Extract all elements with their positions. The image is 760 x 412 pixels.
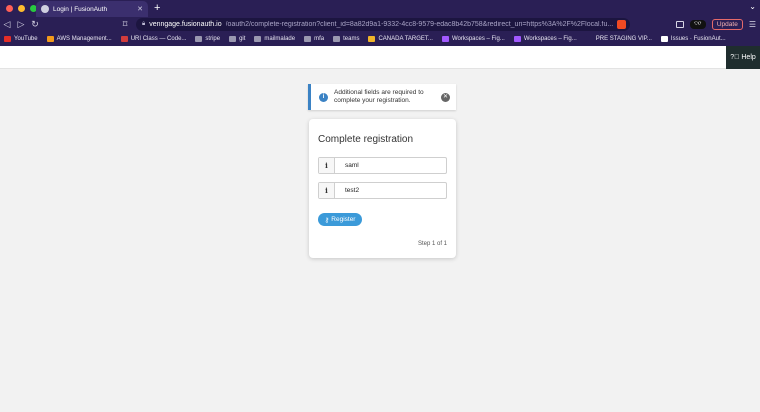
menu-icon[interactable]: ☰ [749,20,756,29]
reload-icon[interactable]: ↻ [28,19,42,30]
bookmark-label: URI Class — Code... [130,36,187,42]
key-icon: ⚷ [324,216,330,224]
bookmark-item[interactable]: Workspaces – Fig... [441,36,505,42]
bookmark-favicon-icon [333,36,341,42]
bookmark-item[interactable]: Issues · FusionAut... [660,36,726,42]
bookmark-item[interactable]: teams [333,36,359,42]
bookmark-favicon-icon [304,36,312,42]
forward-icon[interactable]: ▷ [14,19,28,30]
bookmark-favicon-icon [660,36,668,42]
page-title: Complete registration [318,134,414,145]
field-2-value[interactable]: test2 [335,187,359,194]
bookmark-favicon-icon [195,36,203,42]
step-indicator: Step 1 of 1 [417,241,447,247]
back-icon[interactable]: ◁ [0,19,14,30]
tab-close-icon[interactable]: ✕ [137,5,143,13]
bookmark-label: Workspaces – Fig... [523,36,577,42]
url-path: /oauth2/complete-registration?client_id=… [225,21,613,28]
bookmark-favicon-icon [585,36,593,42]
bookmark-label: stripe [205,36,221,42]
field-1-value[interactable]: saml [335,162,359,169]
bookmark-item[interactable]: URI Class — Code... [120,36,187,42]
alert-close-icon[interactable]: ✕ [441,92,450,102]
bookmark-label: PRE STAGING VIP... [595,36,652,42]
new-tab-icon[interactable]: + [154,2,160,14]
bookmark-label: teams [343,36,360,42]
tab-list-chevron-icon[interactable]: ⌄ [749,2,756,11]
bookmark-label: Workspaces – Fig... [451,36,505,42]
fusionauth-favicon-icon [41,5,49,13]
field-2[interactable]: i test2 [318,182,447,199]
help-label: Help [741,54,756,61]
sidebar-toggle-icon[interactable] [675,21,684,28]
bookmark-favicon-icon [4,36,11,42]
url-host: venngage.fusionauth.io [149,21,222,28]
bookmark-item[interactable]: CANADA TARGET... [368,36,433,42]
bookmark-label: CANADA TARGET... [378,36,433,42]
bookmark-item[interactable]: PRE STAGING VIP... [585,36,652,42]
bookmark-favicon-icon [229,36,237,42]
close-window-button[interactable] [6,5,13,12]
registration-card: Complete registration i saml i test2 ⚷ R… [309,119,456,258]
browser-tab[interactable]: Login | FusionAuth ✕ [36,1,148,17]
register-button[interactable]: ⚷ Register [318,213,362,226]
toolbar-right: 👓︎ Update ☰ [675,18,760,31]
info-icon: i [319,92,328,102]
help-button[interactable]: ?⃝ Help [726,46,760,69]
bookmarks-bar: YouTube AWS Management... URI Class — Code… [0,32,760,46]
alert-message: Additional fields are required to comple… [334,89,424,104]
bookmark-item[interactable]: mailmalade [254,36,295,42]
window-controls [6,5,37,12]
bookmark-label: mailmalade [264,36,296,42]
tab-title: Login | FusionAuth [53,5,108,13]
question-icon: ?⃝ [730,54,740,61]
browser-tab-bar: Login | FusionAuth ✕ + ⌄ [0,0,760,17]
info-i-icon: i [319,183,335,198]
bookmark-item[interactable]: mfa [304,36,324,42]
info-i-icon: i [319,158,335,173]
lock-icon: 🔒︎ [142,21,146,27]
bookmark-favicon-icon [513,36,521,42]
bookmark-favicon-icon [441,36,449,42]
bookmark-label: git [239,36,246,42]
bookmark-label: Issues · FusionAut... [670,36,726,42]
minimize-window-button[interactable] [18,5,25,12]
bookmark-favicon-icon [120,36,128,42]
bookmark-item[interactable]: Workspaces – Fig... [513,36,577,42]
bookmark-item[interactable]: stripe [195,36,220,42]
brave-shield-icon[interactable] [617,20,626,29]
update-button[interactable]: Update [711,19,743,30]
browser-toolbar: ◁ ▷ ↻ ⌑ 🔒︎ venngage.fusionauth.io/oauth2… [0,17,760,32]
profile-icon[interactable]: 👓︎ [689,20,706,29]
bookmark-label: YouTube [14,36,38,42]
bookmark-icon[interactable]: ⌑ [118,19,132,30]
register-label: Register [331,216,356,223]
address-bar[interactable]: 🔒︎ venngage.fusionauth.io/oauth2/complet… [136,18,630,31]
bookmark-favicon-icon [368,36,376,42]
bookmark-item[interactable]: YouTube [4,36,38,42]
bookmark-label: mfa [314,36,325,42]
field-1[interactable]: i saml [318,157,447,174]
bookmark-label: AWS Management... [56,36,112,42]
bookmark-favicon-icon [46,36,54,42]
info-alert: i Additional fields are required to comp… [308,84,456,110]
bookmark-favicon-icon [254,36,262,42]
page-header: ?⃝ Help [0,46,760,69]
bookmark-item[interactable]: AWS Management... [46,36,112,42]
bookmark-item[interactable]: git [229,36,245,42]
